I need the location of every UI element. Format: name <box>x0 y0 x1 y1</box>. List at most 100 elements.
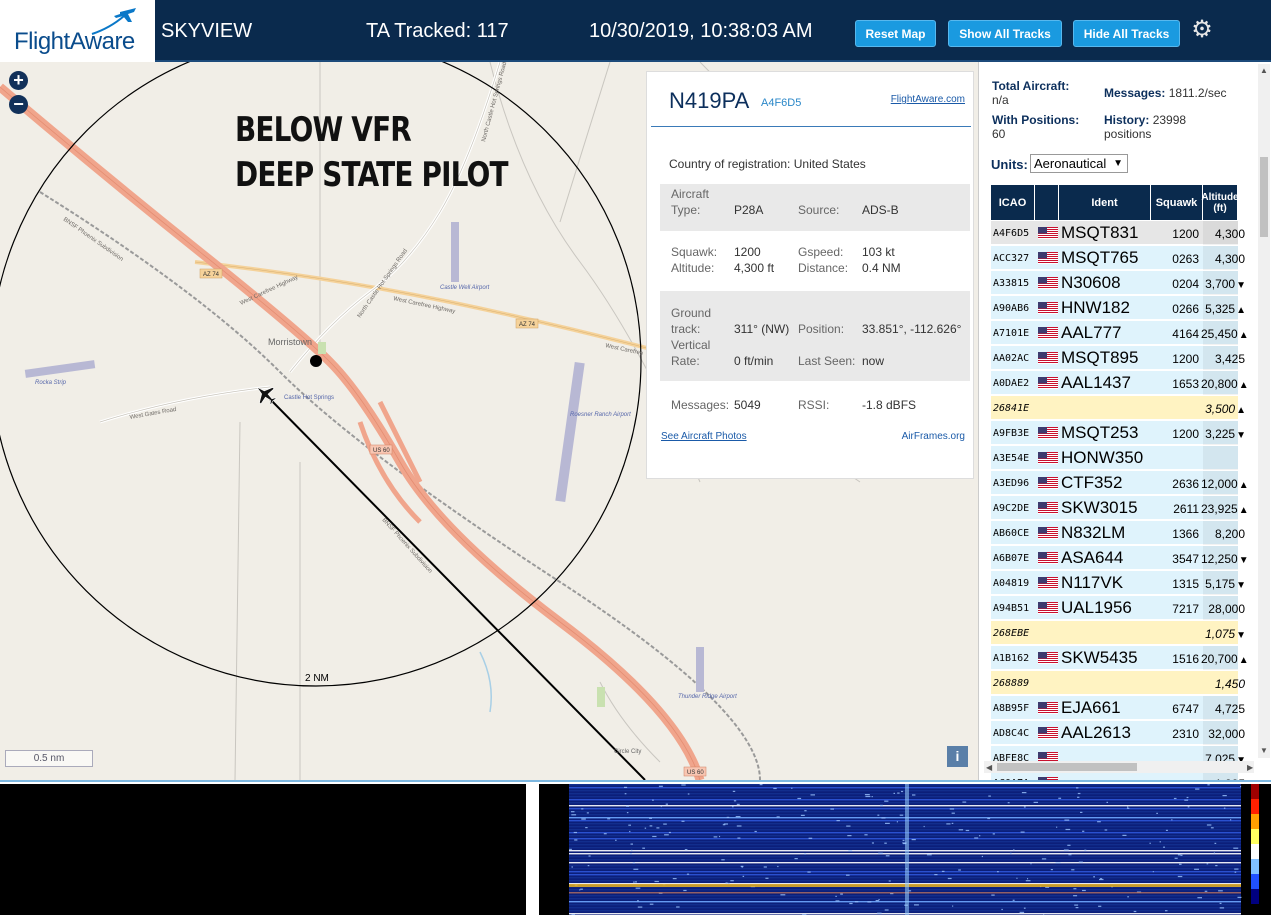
table-row[interactable]: AA02AC MSQT895 1200 3,425 <box>991 346 1245 370</box>
row-icao: A9FB3E <box>993 428 1030 439</box>
col-header-icao[interactable]: ICAO <box>991 185 1035 220</box>
row-altitude-value: 3,500 <box>1205 402 1236 416</box>
airframes-link[interactable]: AirFrames.org <box>902 431 965 442</box>
row-altitude-value: 25,450 <box>1201 327 1238 341</box>
row-icao: A7101E <box>993 328 1030 339</box>
source-value: ADS-B <box>862 203 899 217</box>
show-all-tracks-button[interactable]: Show All Tracks <box>948 20 1062 47</box>
row-altitude-value: 20,800 <box>1201 377 1238 391</box>
table-row[interactable]: A0DAE2 AAL1437 1653 20,800▲ <box>991 371 1249 395</box>
col-header-flag[interactable] <box>1035 185 1059 220</box>
squawk-value: 1200 <box>734 245 761 259</box>
col-header-squawk[interactable]: Squawk <box>1151 185 1203 220</box>
country-label: Country of registration: <box>669 157 791 171</box>
row-altitude-value: 4,725 <box>1214 702 1245 716</box>
table-row[interactable]: A04819 N117VK 1315 5,175▼ <box>991 571 1246 595</box>
row-altitude-value: 8,200 <box>1214 527 1245 541</box>
squawk-label: Squawk: <box>671 245 718 259</box>
table-row[interactable]: 26841E 3,500▲ <box>991 396 1246 420</box>
table-vertical-scroll-thumb[interactable] <box>1260 157 1268 237</box>
overlay-caption-line2: DEEP STATE PILOT <box>235 155 508 195</box>
svg-text:Roesner Ranch Airport: Roesner Ranch Airport <box>570 412 631 418</box>
row-ident: UAL1956 <box>1061 598 1132 617</box>
svg-text:BNSF Phoenix Subdivision: BNSF Phoenix Subdivision <box>381 517 433 574</box>
distance-label: Distance: <box>798 261 849 275</box>
row-altitude: 1,450 <box>1201 677 1246 691</box>
row-altitude-value: 12,250 <box>1201 552 1238 566</box>
row-altitude-value: 1,450 <box>1214 677 1245 691</box>
us-flag-icon <box>1038 477 1058 489</box>
svg-text:North Castle Hot Springs Road: North Castle Hot Springs Road <box>481 62 508 143</box>
us-flag-icon <box>1038 352 1058 364</box>
us-flag-icon <box>1038 227 1058 239</box>
table-row[interactable]: A3ED96 CTF352 2636 12,000▲ <box>991 471 1249 495</box>
row-altitude: 12,250▼ <box>1201 552 1249 566</box>
scroll-right-arrow-icon[interactable]: ▶ <box>1247 763 1253 772</box>
vrate-value: 0 ft/min <box>734 354 774 368</box>
altitude-trend-icon: ▲ <box>1238 505 1249 516</box>
row-squawk: 2611 <box>1173 502 1199 516</box>
table-horizontal-scroll-thumb[interactable] <box>997 763 1137 771</box>
row-icao: A90AB6 <box>993 303 1030 314</box>
zoom-out-button[interactable]: − <box>9 95 28 114</box>
table-row[interactable]: 268EBE 1,075▼ <box>991 621 1246 645</box>
table-row[interactable]: A90AB6 HNW182 0266 5,325▲ <box>991 296 1246 320</box>
row-icao: A94B51 <box>993 603 1030 614</box>
row-squawk: 1200 <box>1172 352 1199 366</box>
messages-block: Messages: 5049 RSSI: -1.8 dBFS <box>660 390 970 420</box>
receiver-location-marker <box>310 355 322 367</box>
gear-icon[interactable]: ⚙ <box>1189 17 1215 43</box>
row-altitude: 25,450▲ <box>1201 327 1249 341</box>
col-header-ident[interactable]: Ident <box>1059 185 1151 220</box>
table-row[interactable]: A8B95F EJA661 6747 4,725 <box>991 696 1245 720</box>
scroll-down-arrow-icon[interactable]: ▼ <box>1260 746 1268 755</box>
signal-display-pane <box>0 784 526 915</box>
row-icao: A8B95F <box>993 703 1030 714</box>
aircraft-table: ICAO Ident Squawk Altitude (ft) A4F6D5 MS… <box>991 185 1249 795</box>
row-altitude: 20,800▲ <box>1201 377 1249 391</box>
row-altitude <box>1201 452 1246 466</box>
units-select[interactable]: Aeronautical ▼ <box>1030 154 1128 173</box>
row-ident: HONW350 <box>1061 448 1144 467</box>
table-row[interactable]: ACC327 MSQT765 0263 4,300 <box>991 246 1245 270</box>
airstrip-castle-well <box>451 222 459 282</box>
units-label: Units: <box>991 157 1028 172</box>
table-row[interactable]: A9C2DE SKW3015 2611 23,925▲ <box>991 496 1249 520</box>
info-icon[interactable]: i <box>947 746 968 767</box>
row-ident: MSQT765 <box>1061 248 1139 267</box>
table-row[interactable]: A9FB3E MSQT253 1200 3,225▼ <box>991 421 1246 445</box>
table-row[interactable]: AD8C4C AAL2613 2310 32,000 <box>991 721 1245 745</box>
scroll-left-arrow-icon[interactable]: ◀ <box>986 763 992 772</box>
table-row[interactable]: A6B07E ASA644 3547 12,250▼ <box>991 546 1249 570</box>
zoom-in-button[interactable]: + <box>9 71 28 90</box>
clock-datetime: 10/30/2019, 10:38:03 AM <box>589 20 813 42</box>
row-altitude-value: 4,300 <box>1214 252 1245 266</box>
flightaware-logo[interactable]: FlightAware <box>0 0 155 62</box>
overlay-caption-line1: BELOW VFR <box>235 110 412 150</box>
table-row[interactable]: AB60CE N832LM 1366 8,200 <box>991 521 1245 545</box>
aircraft-type-label-1: Aircraft <box>671 187 710 201</box>
svg-text:AZ 74: AZ 74 <box>519 322 536 328</box>
table-row[interactable]: A3E54E HONW350 <box>991 446 1238 470</box>
table-row[interactable]: A7101E AAL777 4164 25,450▲ <box>991 321 1249 345</box>
reset-map-button[interactable]: Reset Map <box>855 20 936 47</box>
table-row[interactable]: A1B162 SKW5435 1516 20,700▲ <box>991 646 1249 670</box>
row-altitude: 23,925▲ <box>1201 502 1249 516</box>
hide-all-tracks-button[interactable]: Hide All Tracks <box>1073 20 1180 47</box>
row-squawk: 0266 <box>1172 302 1199 316</box>
scroll-up-arrow-icon[interactable]: ▲ <box>1260 66 1268 75</box>
distance-value: 0.4 NM <box>862 261 901 275</box>
row-squawk: 1200 <box>1172 227 1199 241</box>
row-ident: ASA644 <box>1061 548 1124 567</box>
table-row[interactable]: A94B51 UAL1956 7217 28,000 <box>991 596 1245 620</box>
table-row[interactable]: A33815 N30608 0204 3,700▼ <box>991 271 1246 295</box>
aircraft-type-label-2: Type: <box>671 203 701 217</box>
table-row[interactable]: 268889 1,450 <box>991 671 1245 695</box>
col-header-altitude[interactable]: Altitude (ft) <box>1201 185 1239 220</box>
altitude-trend-icon: ▲ <box>1238 330 1249 341</box>
row-icao: A1B162 <box>993 653 1030 664</box>
with-positions-stat: With Positions: 60 <box>992 113 1080 141</box>
table-row[interactable]: A4F6D5 MSQT831 1200 4,300 <box>991 221 1245 245</box>
flightaware-link[interactable]: FlightAware.com <box>891 94 965 105</box>
aircraft-photos-link[interactable]: See Aircraft Photos <box>661 431 747 442</box>
